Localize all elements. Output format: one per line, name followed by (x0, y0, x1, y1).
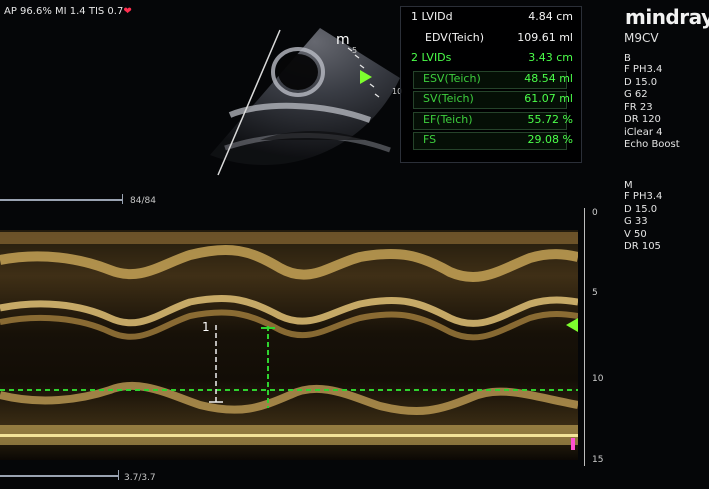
measurement-row-fs: FS 29.08 % (401, 130, 581, 151)
b-mode-params: B F PH3.4 D 15.0 G 62 FR 23 DR 120 iClea… (624, 53, 680, 152)
b-param-line: D 15.0 (624, 76, 658, 88)
measurement-label: FS (412, 130, 569, 151)
b-param-line: DR 120 (624, 114, 661, 125)
b-mode-marker: m (336, 32, 350, 48)
m-param-line: G 33 (624, 216, 648, 227)
depth-focus-marker-icon (566, 318, 578, 332)
measurement-row-sv: SV(Teich) 61.07 ml (401, 89, 581, 110)
m-param-line: V 50 (624, 228, 647, 240)
frame-progress-tick (122, 194, 123, 204)
m-params-title: M (624, 180, 633, 191)
model-label: M9CV (624, 31, 659, 45)
m-param-line: D 15.0 (624, 203, 658, 215)
measurement-value: 109.61 ml (517, 30, 573, 44)
b-param-line: G 62 (624, 89, 648, 100)
time-counter: 3.7/3.7 (124, 473, 156, 483)
measurement-value: 61.07 ml (524, 92, 573, 105)
measurement-label: ESV(Teich) (413, 69, 567, 90)
time-progress-tick (118, 470, 119, 480)
measurement-value: 55.72 % (527, 112, 573, 126)
measurement-label: EF(Teich) (413, 110, 566, 131)
heart-icon: ❤ (123, 6, 132, 17)
sector-depth-label-5: 5 (352, 46, 357, 55)
measurement-value: 4.84 cm (528, 10, 573, 23)
measurement-row-lvids: 2 LVIDs 3.43 cm (401, 48, 581, 69)
measurement-label: 1 LVIDd (411, 10, 453, 23)
b-param-line: FR 23 (624, 101, 653, 113)
frame-progress-bar[interactable] (0, 199, 122, 201)
b-params-title: B (624, 53, 631, 64)
time-progress-bar[interactable] (0, 475, 118, 477)
measurement-label: SV(Teich) (413, 89, 567, 110)
brand-logo: mindray (625, 5, 709, 29)
m-mode-params: M F PH3.4 D 15.0 G 33 V 50 DR 105 (624, 180, 662, 254)
depth-label-5: 5 (592, 288, 598, 298)
measurement-value: 29.08 % (527, 133, 573, 146)
measurement-row-edv: EDV(Teich) 109.61 ml (401, 28, 581, 49)
m-mode-trace-image[interactable]: 1 (0, 230, 578, 460)
status-bar: AP 96.6% MI 1.4 TIS 0.7❤ (4, 6, 132, 17)
b-param-line: F PH3.4 (624, 64, 663, 75)
measurement-label: EDV(Teich) (425, 30, 485, 44)
m-param-line: F PH3.4 (624, 191, 663, 202)
depth-label-10: 10 (592, 374, 604, 384)
frame-counter: 84/84 (130, 196, 156, 206)
depth-label-15: 15 (592, 455, 604, 465)
measurement-row-ef: EF(Teich) 55.72 % (401, 110, 581, 131)
measurement-panel: 1 LVIDd 4.84 cm EDV(Teich) 109.61 ml 2 L… (400, 6, 582, 163)
m-param-line: DR 105 (624, 241, 661, 252)
caliper-label-1: 1 (202, 320, 210, 334)
depth-label-0: 0 (592, 208, 598, 218)
measurement-row-lvidd: 1 LVIDd 4.84 cm (401, 7, 581, 28)
measurement-value: 48.54 ml (524, 71, 573, 85)
b-param-line: iClear 4 (624, 126, 663, 138)
pink-marker (571, 438, 575, 450)
status-text: AP 96.6% MI 1.4 TIS 0.7 (4, 6, 124, 17)
depth-scale-axis (578, 208, 585, 466)
measurement-value: 3.43 cm (528, 51, 573, 64)
measurement-row-esv: ESV(Teich) 48.54 ml (401, 69, 581, 90)
b-param-line: Echo Boost (624, 139, 680, 150)
b-mode-sector-image[interactable]: m 5 10 (200, 20, 410, 195)
measurement-label: 2 LVIDs (411, 51, 452, 64)
